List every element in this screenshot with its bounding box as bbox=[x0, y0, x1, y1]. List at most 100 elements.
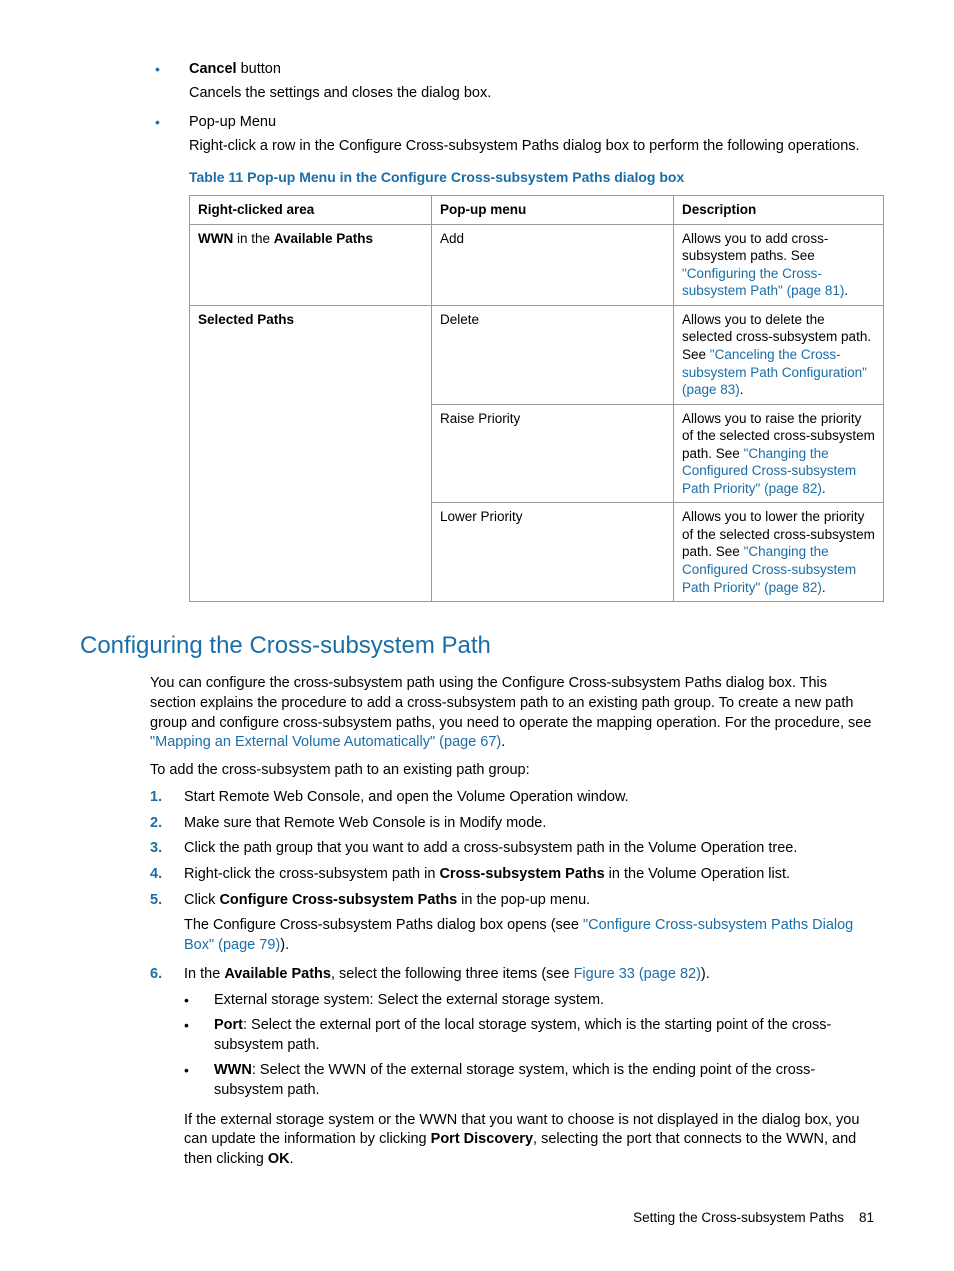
p-text: You can configure the cross-subsystem pa… bbox=[150, 675, 871, 730]
td-text: . bbox=[822, 481, 826, 496]
td-menu: Lower Priority bbox=[432, 503, 674, 602]
td-area-empty bbox=[190, 503, 432, 602]
p-text: . bbox=[501, 734, 505, 750]
list-item: •Port: Select the external port of the l… bbox=[184, 1016, 874, 1055]
bullet-icon: • bbox=[184, 991, 214, 1011]
section-p1: You can configure the cross-subsystem pa… bbox=[150, 674, 874, 752]
t-bold: Configure Cross-subsystem Paths bbox=[219, 892, 457, 908]
top-bullets-2: • Pop-up Menu bbox=[155, 113, 874, 133]
cancel-desc: Cancels the settings and closes the dial… bbox=[189, 84, 874, 104]
th-desc: Description bbox=[674, 196, 884, 225]
page-number: 81 bbox=[859, 1210, 874, 1225]
link[interactable]: "Canceling the Cross-subsystem Path Conf… bbox=[682, 347, 867, 397]
list-item: 3.Click the path group that you want to … bbox=[150, 839, 874, 859]
td-text: . bbox=[740, 382, 744, 397]
list-item: 6.In the Available Paths, select the fol… bbox=[150, 965, 874, 985]
t-bold: Available Paths bbox=[224, 966, 331, 982]
top-bullets: • Cancel button bbox=[155, 60, 874, 80]
step-num: 3. bbox=[150, 839, 184, 859]
ordered-steps: 1.Start Remote Web Console, and open the… bbox=[150, 788, 874, 910]
list-item: 4.Right-click the cross-subsystem path i… bbox=[150, 865, 874, 885]
bullet-icon: • bbox=[184, 1016, 214, 1055]
list-item: 2.Make sure that Remote Web Console is i… bbox=[150, 814, 874, 834]
bullet-text: Cancel button bbox=[189, 60, 874, 80]
bullet-icon: • bbox=[155, 60, 189, 80]
bullet-popup: • Pop-up Menu bbox=[155, 113, 874, 133]
td-text: . bbox=[822, 580, 826, 595]
link[interactable]: Figure 33 (page 82) bbox=[574, 966, 701, 982]
td-menu: Delete bbox=[432, 305, 674, 404]
t: in the pop-up menu. bbox=[457, 892, 590, 908]
list-item: 1.Start Remote Web Console, and open the… bbox=[150, 788, 874, 808]
popup-menu-table: Right-clicked area Pop-up menu Descripti… bbox=[189, 195, 884, 602]
t: , select the following three items (see bbox=[331, 966, 574, 982]
td-desc: Allows you to lower the priority of the … bbox=[674, 503, 884, 602]
list-item: •External storage system: Select the ext… bbox=[184, 991, 874, 1011]
td-desc: Allows you to add cross-subsystem paths.… bbox=[674, 224, 884, 305]
td-desc: Allows you to delete the selected cross-… bbox=[674, 305, 884, 404]
t-bold: Port bbox=[214, 1017, 243, 1033]
bullet-text: External storage system: Select the exte… bbox=[214, 991, 874, 1011]
ordered-steps-cont: 6.In the Available Paths, select the fol… bbox=[150, 965, 874, 985]
table-caption: Table 11 Pop-up Menu in the Configure Cr… bbox=[189, 168, 874, 187]
t: Click bbox=[184, 892, 219, 908]
td-desc: Allows you to raise the priority of the … bbox=[674, 404, 884, 503]
t: ). bbox=[701, 966, 710, 982]
step6-tail: If the external storage system or the WW… bbox=[184, 1111, 874, 1170]
step-text: Click Configure Cross-subsystem Paths in… bbox=[184, 891, 874, 911]
cancel-bold: Cancel bbox=[189, 61, 237, 77]
list-item: •WWN: Select the WWN of the external sto… bbox=[184, 1061, 874, 1100]
footer-text: Setting the Cross-subsystem Paths bbox=[633, 1210, 844, 1225]
cancel-rest: button bbox=[237, 61, 281, 77]
popup-label: Pop-up Menu bbox=[189, 113, 874, 133]
step-text: In the Available Paths, select the follo… bbox=[184, 965, 874, 985]
step-num: 6. bbox=[150, 965, 184, 985]
bullet-icon: • bbox=[155, 113, 189, 133]
td-text: Allows you to add cross-subsystem paths.… bbox=[682, 231, 828, 264]
td-menu: Raise Priority bbox=[432, 404, 674, 503]
bullet-cancel: • Cancel button bbox=[155, 60, 874, 80]
t-bold: Cross-subsystem Paths bbox=[439, 866, 604, 882]
table-header-row: Right-clicked area Pop-up menu Descripti… bbox=[190, 196, 884, 225]
table-row: Selected Paths Delete Allows you to dele… bbox=[190, 305, 884, 404]
t: The Configure Cross-subsystem Paths dial… bbox=[184, 917, 583, 933]
selpaths-bold: Selected Paths bbox=[198, 312, 294, 327]
t-bold: Port Discovery bbox=[431, 1131, 533, 1147]
t: : Select the WWN of the external storage… bbox=[214, 1062, 815, 1098]
step6-bullets: •External storage system: Select the ext… bbox=[184, 991, 874, 1101]
t: in the Volume Operation list. bbox=[605, 866, 790, 882]
step-text: Make sure that Remote Web Console is in … bbox=[184, 814, 874, 834]
link[interactable]: "Mapping an External Volume Automaticall… bbox=[150, 734, 501, 750]
link[interactable]: "Configuring the Cross-subsystem Path" (… bbox=[682, 266, 844, 299]
th-area: Right-clicked area bbox=[190, 196, 432, 225]
t: . bbox=[290, 1151, 294, 1167]
bullet-text: Port: Select the external port of the lo… bbox=[214, 1016, 874, 1055]
avail-bold: Available Paths bbox=[274, 231, 373, 246]
step-text: Start Remote Web Console, and open the V… bbox=[184, 788, 874, 808]
t: In the bbox=[184, 966, 224, 982]
td-area: Selected Paths bbox=[190, 305, 432, 404]
popup-desc: Right-click a row in the Configure Cross… bbox=[189, 137, 874, 157]
bullet-icon: • bbox=[184, 1061, 214, 1100]
page-footer: Setting the Cross-subsystem Paths 81 bbox=[80, 1209, 874, 1227]
step-text: Click the path group that you want to ad… bbox=[184, 839, 874, 859]
t: ). bbox=[280, 937, 289, 953]
table-row: Raise Priority Allows you to raise the p… bbox=[190, 404, 884, 503]
step-num: 4. bbox=[150, 865, 184, 885]
td-text: in the bbox=[233, 231, 274, 246]
step5-sub: The Configure Cross-subsystem Paths dial… bbox=[184, 916, 874, 955]
section-p2: To add the cross-subsystem path to an ex… bbox=[150, 761, 874, 781]
list-item: 5.Click Configure Cross-subsystem Paths … bbox=[150, 891, 874, 911]
td-text: . bbox=[844, 283, 848, 298]
bullet-text: WWN: Select the WWN of the external stor… bbox=[214, 1061, 874, 1100]
step-num: 2. bbox=[150, 814, 184, 834]
t-bold: WWN bbox=[214, 1062, 252, 1078]
step-text: Right-click the cross-subsystem path in … bbox=[184, 865, 874, 885]
t-bold: OK bbox=[268, 1151, 290, 1167]
td-menu: Add bbox=[432, 224, 674, 305]
td-area: WWN in the Available Paths bbox=[190, 224, 432, 305]
step-num: 5. bbox=[150, 891, 184, 911]
wwn-bold: WWN bbox=[198, 231, 233, 246]
td-area-empty bbox=[190, 404, 432, 503]
t: : Select the external port of the local … bbox=[214, 1017, 831, 1053]
